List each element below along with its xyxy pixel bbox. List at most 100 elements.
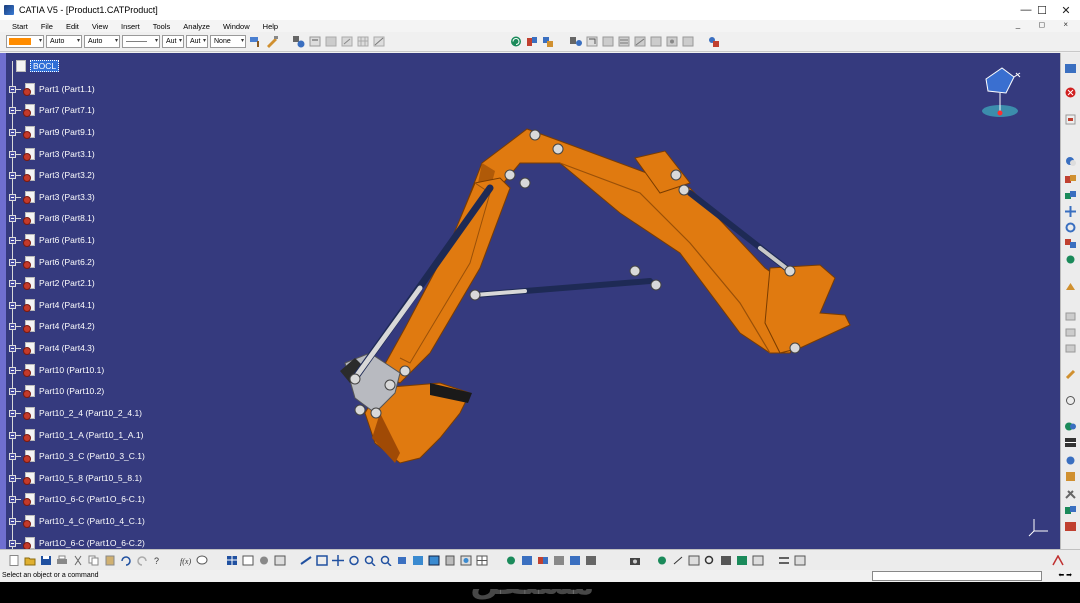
rotate-icon[interactable] xyxy=(1064,222,1077,233)
zoom-in-icon[interactable] xyxy=(364,555,376,566)
color-dropdown[interactable]: ▾ xyxy=(6,35,44,48)
expand-icon[interactable] xyxy=(9,409,16,417)
snap-right-icon[interactable] xyxy=(1064,238,1077,249)
layer-dropdown[interactable]: Aut ▾ xyxy=(186,35,208,48)
point-symbol-dropdown[interactable]: Aut ▾ xyxy=(162,35,184,48)
fix-icon[interactable] xyxy=(649,35,663,48)
stop-icon[interactable] xyxy=(1064,87,1077,98)
tree-item[interactable]: Part1O_6-C (Part1O_6-C.2) xyxy=(9,536,145,549)
formula-icon[interactable]: f(x) xyxy=(180,555,192,566)
expand-icon[interactable] xyxy=(9,258,16,266)
tree-item[interactable]: Part7 (Part7.1) xyxy=(9,103,95,117)
tree-item[interactable]: Part4 (Part4.3) xyxy=(9,341,95,355)
insert-part-icon[interactable] xyxy=(1064,190,1077,201)
copy-format-icon[interactable] xyxy=(265,35,279,48)
analysis-bottom-icon[interactable] xyxy=(688,555,700,566)
swap-space-icon[interactable] xyxy=(460,555,472,566)
contact-constraint-icon[interactable] xyxy=(1064,311,1077,322)
tree-item[interactable]: Part1O_6-C (Part1O_6-C.1) xyxy=(9,492,145,506)
parameter-icon[interactable] xyxy=(274,555,286,566)
tree-item[interactable]: Part10 (Part10.1) xyxy=(9,363,104,377)
material-icon[interactable] xyxy=(736,555,748,566)
knowledge-icon[interactable] xyxy=(258,555,270,566)
quick-constraint-icon[interactable] xyxy=(681,35,695,48)
angle-icon[interactable] xyxy=(633,35,647,48)
sectioning-icon[interactable] xyxy=(1064,437,1077,448)
measure-between-icon[interactable] xyxy=(1064,395,1077,406)
explode-bottom-icon[interactable] xyxy=(521,555,533,566)
zoom-out-icon[interactable] xyxy=(380,555,392,566)
tree-item[interactable]: Part10_1_A (Part10_1_A.1) xyxy=(9,428,143,442)
expand-icon[interactable] xyxy=(9,150,16,158)
command-input[interactable] xyxy=(872,571,1042,581)
expand-icon[interactable] xyxy=(9,539,16,547)
menu-file[interactable]: File xyxy=(41,22,53,31)
update-icon[interactable] xyxy=(509,35,523,48)
expand-icon[interactable] xyxy=(9,431,16,439)
fly-mode-icon[interactable] xyxy=(300,555,312,566)
insert-component-icon[interactable] xyxy=(1064,156,1077,167)
stop-manipulate-icon[interactable] xyxy=(553,555,565,566)
hide-show-icon[interactable] xyxy=(444,555,456,566)
expand-icon[interactable] xyxy=(9,279,16,287)
multi-view-icon[interactable] xyxy=(476,555,488,566)
catalog-browser-icon[interactable] xyxy=(226,555,238,566)
expand-icon[interactable] xyxy=(9,193,16,201)
tree-item[interactable]: Part10_5_8 (Part10_5_8.1) xyxy=(9,471,142,485)
coincidence-constraint-icon[interactable] xyxy=(1064,281,1077,292)
tree-item[interactable]: Part10_2_4 (Part10_2_4.1) xyxy=(9,406,142,420)
close-button[interactable]: ✕ xyxy=(1052,0,1080,20)
capture-icon[interactable] xyxy=(629,555,641,566)
expand-icon[interactable] xyxy=(9,344,16,352)
fit-all-icon[interactable] xyxy=(316,555,328,566)
move-icon[interactable] xyxy=(1064,206,1077,217)
tree-item[interactable]: Part4 (Part4.1) xyxy=(9,298,95,312)
whats-this-icon[interactable]: ? xyxy=(152,555,164,566)
snap-bottom-icon[interactable] xyxy=(585,555,597,566)
shading-icon[interactable] xyxy=(428,555,440,566)
menu-window[interactable]: Window xyxy=(223,22,250,31)
menu-start[interactable]: Start xyxy=(12,22,28,31)
document-icon[interactable] xyxy=(1064,114,1077,125)
line-thickness-dropdown[interactable]: Auto ▾ xyxy=(84,35,120,48)
pan-icon[interactable] xyxy=(332,555,344,566)
tree-item[interactable]: Part10 (Part10.2) xyxy=(9,384,104,398)
tree-item[interactable]: Part3 (Part3.3) xyxy=(9,190,95,204)
tree-root[interactable]: BOCL xyxy=(12,59,60,73)
contact-icon[interactable] xyxy=(601,35,615,48)
comment-icon[interactable] xyxy=(196,555,208,566)
catalog-icon[interactable] xyxy=(308,35,322,48)
manipulation-bottom-icon[interactable] xyxy=(505,555,517,566)
constraint-icon[interactable] xyxy=(569,35,583,48)
fix-constraint-icon[interactable] xyxy=(1064,369,1077,380)
expand-icon[interactable] xyxy=(9,387,16,395)
grid-icon[interactable] xyxy=(356,35,370,48)
tree-item[interactable]: Part4 (Part4.2) xyxy=(9,319,95,333)
snap-icon[interactable] xyxy=(340,35,354,48)
menu-tools[interactable]: Tools xyxy=(153,22,171,31)
render-style-dropdown[interactable]: None ▾ xyxy=(210,35,246,48)
tree-item[interactable]: Part3 (Part3.2) xyxy=(9,168,95,182)
line-type-dropdown[interactable]: ——— ▾ xyxy=(122,35,160,48)
copy-icon[interactable] xyxy=(88,555,100,566)
tree-item[interactable]: Part6 (Part6.2) xyxy=(9,255,95,269)
menu-help[interactable]: Help xyxy=(263,22,278,31)
properties-icon[interactable] xyxy=(292,35,306,48)
coincidence-icon[interactable] xyxy=(585,35,599,48)
compass-settings-icon[interactable] xyxy=(656,555,668,566)
undo-icon[interactable] xyxy=(120,555,132,566)
mdi-controls[interactable]: _ ◻ × xyxy=(1016,20,1076,29)
lighting-icon[interactable] xyxy=(720,555,732,566)
macro-icon[interactable] xyxy=(324,35,338,48)
painter-icon[interactable] xyxy=(249,35,263,48)
specification-tree[interactable]: BOCL Part1 (Part1.1) Part7 (Part7.1) Par… xyxy=(0,53,176,549)
clash-icon[interactable] xyxy=(1064,421,1077,432)
expand-icon[interactable] xyxy=(9,85,16,93)
measure-icon[interactable] xyxy=(372,35,386,48)
publish-icon[interactable] xyxy=(778,555,790,566)
tree-root-label[interactable]: BOCL xyxy=(30,60,60,72)
save-icon[interactable] xyxy=(40,555,52,566)
tree-item[interactable]: Part3 (Part3.1) xyxy=(9,147,95,161)
table-icon[interactable] xyxy=(242,555,254,566)
tree-item[interactable]: Part9 (Part9.1) xyxy=(9,125,95,139)
